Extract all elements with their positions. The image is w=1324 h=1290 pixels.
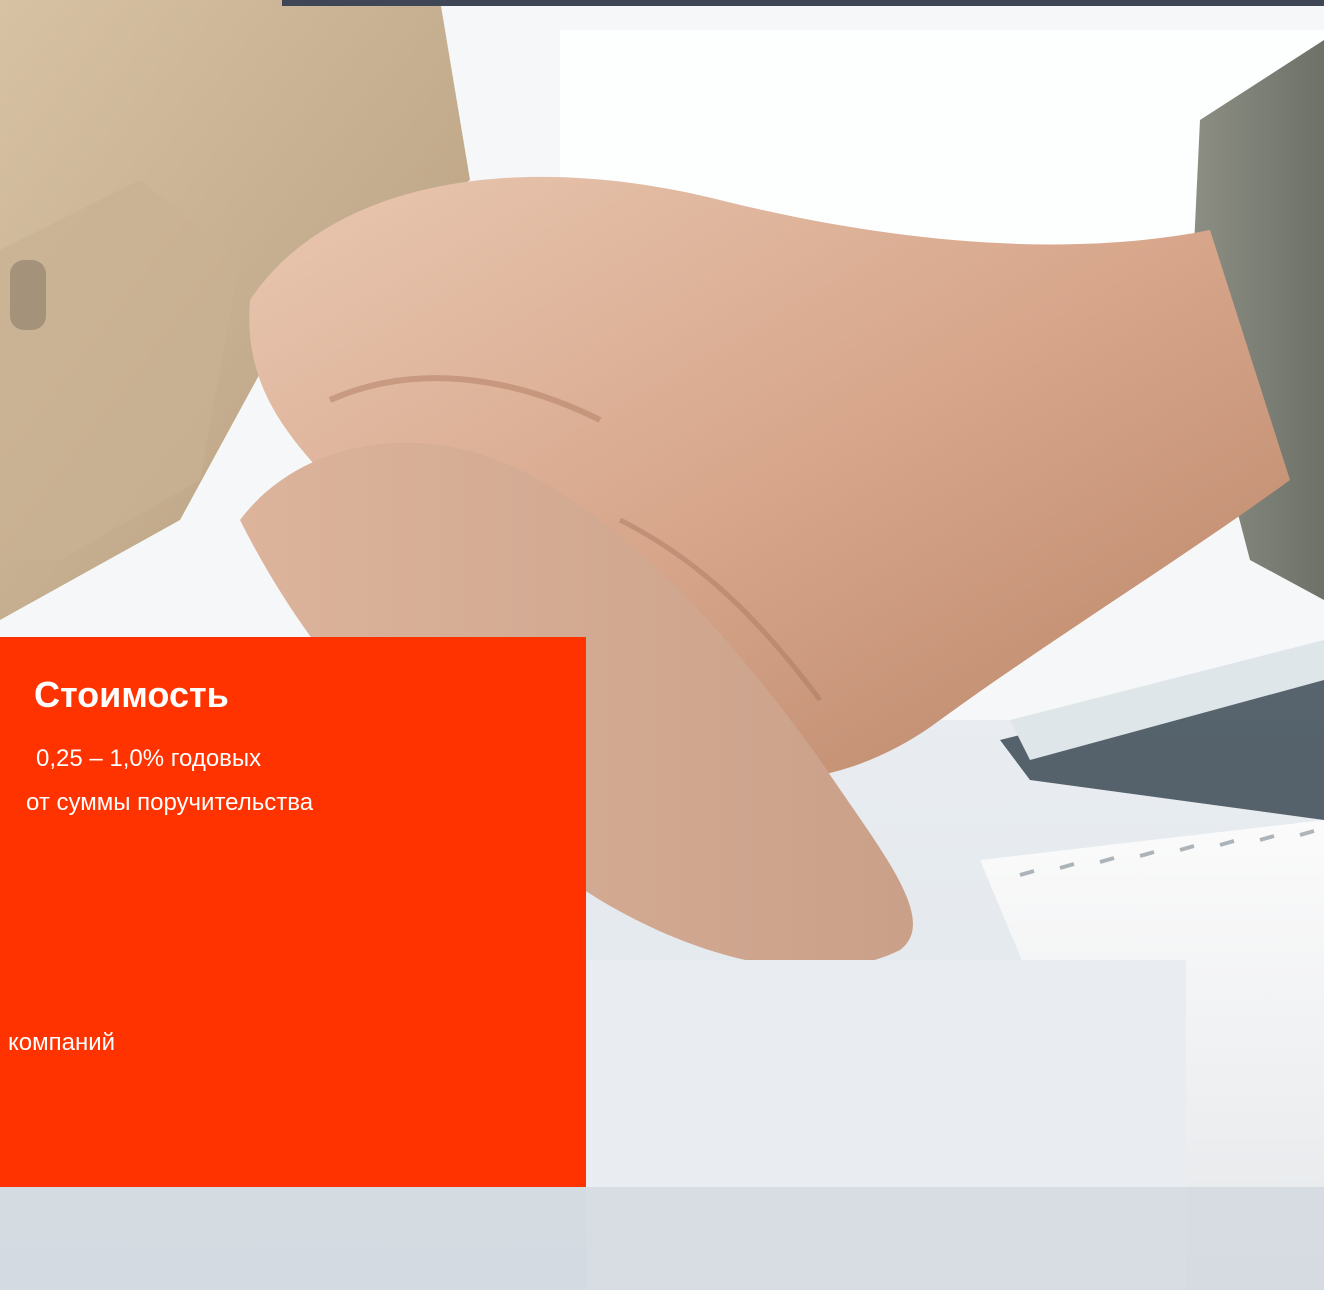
- cost-title: Стоимость: [34, 674, 229, 715]
- top-bar: [282, 0, 1324, 6]
- cost-rate: 0,25 – 1,0% годовых: [36, 745, 262, 772]
- cost-card: Стоимость 0,25 – 1,0% годовых от суммы п…: [0, 637, 586, 1187]
- cut-text: компаний: [8, 1029, 116, 1056]
- cost-base: от суммы поручительства: [26, 789, 314, 816]
